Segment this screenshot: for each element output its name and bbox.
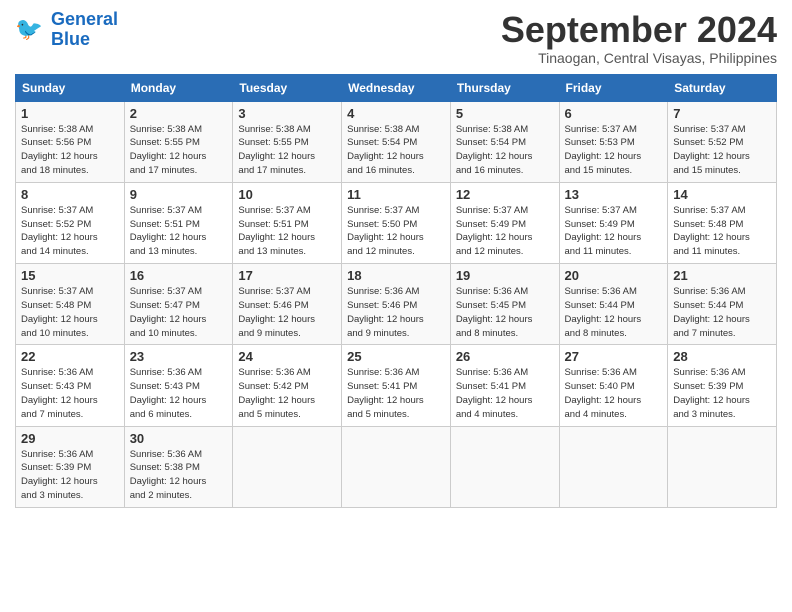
column-header-sunday: Sunday — [16, 74, 125, 101]
calendar-day-9: 9Sunrise: 5:37 AMSunset: 5:51 PMDaylight… — [124, 182, 233, 263]
column-header-wednesday: Wednesday — [342, 74, 451, 101]
logo-line2: Blue — [51, 29, 90, 49]
calendar-day-empty — [559, 426, 668, 507]
calendar-day-26: 26Sunrise: 5:36 AMSunset: 5:41 PMDayligh… — [450, 345, 559, 426]
column-header-tuesday: Tuesday — [233, 74, 342, 101]
calendar-week-4: 22Sunrise: 5:36 AMSunset: 5:43 PMDayligh… — [16, 345, 777, 426]
calendar-week-2: 8Sunrise: 5:37 AMSunset: 5:52 PMDaylight… — [16, 182, 777, 263]
calendar-day-28: 28Sunrise: 5:36 AMSunset: 5:39 PMDayligh… — [668, 345, 777, 426]
calendar-day-15: 15Sunrise: 5:37 AMSunset: 5:48 PMDayligh… — [16, 264, 125, 345]
calendar-day-29: 29Sunrise: 5:36 AMSunset: 5:39 PMDayligh… — [16, 426, 125, 507]
logo-text: General Blue — [51, 10, 118, 50]
calendar-day-10: 10Sunrise: 5:37 AMSunset: 5:51 PMDayligh… — [233, 182, 342, 263]
column-header-monday: Monday — [124, 74, 233, 101]
calendar-table: SundayMondayTuesdayWednesdayThursdayFrid… — [15, 74, 777, 508]
calendar-day-empty — [668, 426, 777, 507]
calendar-day-8: 8Sunrise: 5:37 AMSunset: 5:52 PMDaylight… — [16, 182, 125, 263]
column-header-saturday: Saturday — [668, 74, 777, 101]
calendar-day-17: 17Sunrise: 5:37 AMSunset: 5:46 PMDayligh… — [233, 264, 342, 345]
calendar-day-24: 24Sunrise: 5:36 AMSunset: 5:42 PMDayligh… — [233, 345, 342, 426]
calendar-day-1: 1Sunrise: 5:38 AMSunset: 5:56 PMDaylight… — [16, 101, 125, 182]
calendar-day-25: 25Sunrise: 5:36 AMSunset: 5:41 PMDayligh… — [342, 345, 451, 426]
calendar-week-1: 1Sunrise: 5:38 AMSunset: 5:56 PMDaylight… — [16, 101, 777, 182]
calendar-day-20: 20Sunrise: 5:36 AMSunset: 5:44 PMDayligh… — [559, 264, 668, 345]
calendar-day-empty — [342, 426, 451, 507]
calendar-day-19: 19Sunrise: 5:36 AMSunset: 5:45 PMDayligh… — [450, 264, 559, 345]
page-header: 🐦 General Blue September 2024 Tinaogan, … — [15, 10, 777, 66]
logo-bird-icon: 🐦 — [15, 14, 47, 46]
location-title: Tinaogan, Central Visayas, Philippines — [501, 50, 777, 66]
calendar-day-empty — [233, 426, 342, 507]
calendar-week-5: 29Sunrise: 5:36 AMSunset: 5:39 PMDayligh… — [16, 426, 777, 507]
calendar-day-4: 4Sunrise: 5:38 AMSunset: 5:54 PMDaylight… — [342, 101, 451, 182]
svg-text:🐦: 🐦 — [15, 16, 43, 41]
calendar-day-7: 7Sunrise: 5:37 AMSunset: 5:52 PMDaylight… — [668, 101, 777, 182]
calendar-day-16: 16Sunrise: 5:37 AMSunset: 5:47 PMDayligh… — [124, 264, 233, 345]
calendar-day-13: 13Sunrise: 5:37 AMSunset: 5:49 PMDayligh… — [559, 182, 668, 263]
title-area: September 2024 Tinaogan, Central Visayas… — [501, 10, 777, 66]
calendar-day-11: 11Sunrise: 5:37 AMSunset: 5:50 PMDayligh… — [342, 182, 451, 263]
month-title: September 2024 — [501, 10, 777, 50]
column-header-friday: Friday — [559, 74, 668, 101]
header-row: SundayMondayTuesdayWednesdayThursdayFrid… — [16, 74, 777, 101]
calendar-day-18: 18Sunrise: 5:36 AMSunset: 5:46 PMDayligh… — [342, 264, 451, 345]
calendar-day-21: 21Sunrise: 5:36 AMSunset: 5:44 PMDayligh… — [668, 264, 777, 345]
calendar-day-12: 12Sunrise: 5:37 AMSunset: 5:49 PMDayligh… — [450, 182, 559, 263]
calendar-week-3: 15Sunrise: 5:37 AMSunset: 5:48 PMDayligh… — [16, 264, 777, 345]
column-header-thursday: Thursday — [450, 74, 559, 101]
calendar-day-22: 22Sunrise: 5:36 AMSunset: 5:43 PMDayligh… — [16, 345, 125, 426]
calendar-day-empty — [450, 426, 559, 507]
calendar-day-5: 5Sunrise: 5:38 AMSunset: 5:54 PMDaylight… — [450, 101, 559, 182]
calendar-day-23: 23Sunrise: 5:36 AMSunset: 5:43 PMDayligh… — [124, 345, 233, 426]
logo: 🐦 General Blue — [15, 10, 118, 50]
calendar-day-3: 3Sunrise: 5:38 AMSunset: 5:55 PMDaylight… — [233, 101, 342, 182]
calendar-day-14: 14Sunrise: 5:37 AMSunset: 5:48 PMDayligh… — [668, 182, 777, 263]
calendar-day-2: 2Sunrise: 5:38 AMSunset: 5:55 PMDaylight… — [124, 101, 233, 182]
calendar-day-6: 6Sunrise: 5:37 AMSunset: 5:53 PMDaylight… — [559, 101, 668, 182]
logo-line1: General — [51, 9, 118, 29]
calendar-day-30: 30Sunrise: 5:36 AMSunset: 5:38 PMDayligh… — [124, 426, 233, 507]
calendar-day-27: 27Sunrise: 5:36 AMSunset: 5:40 PMDayligh… — [559, 345, 668, 426]
